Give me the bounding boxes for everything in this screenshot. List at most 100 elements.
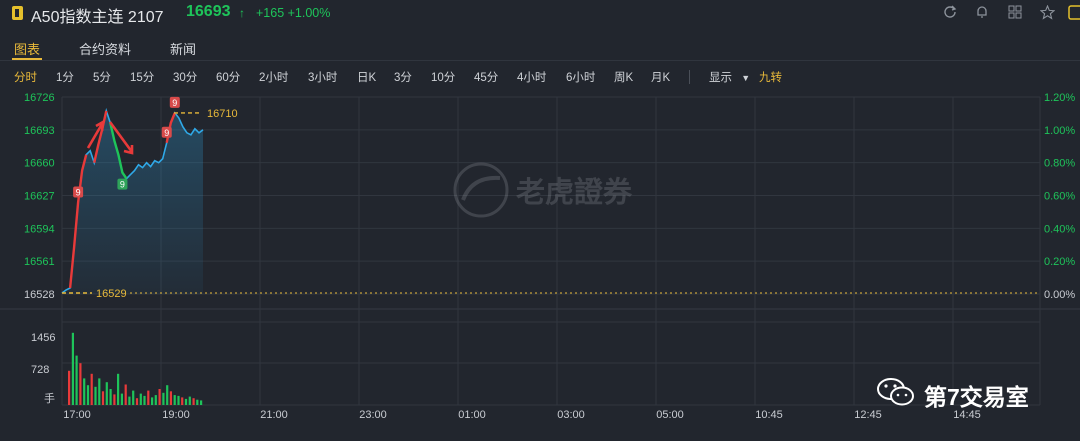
x-tick-label: 12:45 (854, 409, 882, 421)
x-axis: 17:00 19:00 21:00 23:00 01:00 03:00 05:00 10:45… (63, 409, 981, 421)
volume-bar (196, 399, 199, 405)
period-bar: 分时 1分 5分 15分 30分 60分 2小时 3小时 日K 3分 10分 4… (0, 66, 1080, 86)
period-5m[interactable]: 5分 (93, 69, 111, 85)
volume-bar (139, 393, 142, 405)
volume-bar (154, 395, 157, 405)
y-pct-label: 0.40% (1044, 223, 1075, 235)
volume-tick-label: 728 (31, 364, 49, 376)
volume-bar (120, 393, 123, 405)
period-2h[interactable]: 2小时 (259, 69, 288, 85)
x-tick-label: 05:00 (656, 409, 684, 421)
y-pct-label: 0.00% (1044, 289, 1075, 301)
display-label: 显示 (709, 72, 732, 84)
header-bar: A50指数主连 2107 16693 ↑ +165 +1.00% (0, 0, 1080, 27)
price-change: +165 +1.00% (256, 6, 331, 20)
volume-bar (143, 395, 146, 405)
watermark-text: 老虎證券 (516, 175, 633, 209)
volume-bar (75, 355, 78, 405)
last-price: 16693 (186, 3, 231, 20)
y-tick-label: 16726 (24, 92, 55, 104)
volume-bar (90, 373, 93, 405)
y-pct-label: 0.60% (1044, 191, 1075, 203)
display-dropdown[interactable]: 显示 ▼ (709, 69, 750, 85)
y-tick-label: 16528 (24, 289, 55, 301)
grid-icon[interactable] (1007, 5, 1023, 21)
bell-icon[interactable] (974, 5, 990, 21)
symbol-icon (12, 6, 23, 20)
volume-bar (188, 396, 191, 405)
y-pct-label: 0.80% (1044, 158, 1075, 170)
x-tick-label: 19:00 (162, 409, 190, 421)
period-15m[interactable]: 15分 (130, 69, 154, 85)
period-timeshare[interactable]: 分时 (14, 69, 37, 85)
volume-bar (177, 395, 180, 405)
volume-bar (158, 389, 161, 405)
volume-bar (79, 363, 82, 405)
period-6h[interactable]: 6小时 (566, 69, 595, 85)
volume-bar (181, 397, 184, 405)
nine-turn-toggle[interactable]: 九转 (759, 69, 782, 85)
y-axis-right: 1.20% 1.00% 0.80% 0.60% 0.40% 0.20% 0.00% (1044, 92, 1075, 301)
y-tick-label: 16693 (24, 125, 55, 137)
td-marker-label: 9 (172, 98, 177, 108)
period-1m[interactable]: 1分 (56, 69, 74, 85)
period-3h[interactable]: 3小时 (308, 69, 337, 85)
volume-bar (173, 395, 176, 405)
period-day[interactable]: 日K (357, 69, 376, 85)
wechat-account-label: 第7交易室 (924, 384, 1029, 410)
period-10m[interactable]: 10分 (431, 69, 455, 85)
refresh-icon[interactable] (942, 5, 958, 21)
y-pct-label: 0.20% (1044, 256, 1075, 268)
wechat-icon (876, 376, 916, 408)
price-up-arrow-icon: ↑ (239, 6, 245, 20)
volume-bar (105, 382, 108, 405)
td-marker-label: 9 (164, 128, 169, 138)
panel-icon[interactable] (1068, 5, 1080, 21)
volume-bar (200, 400, 203, 405)
volume-bar (113, 394, 116, 405)
td-marker-label: 9 (120, 180, 125, 190)
base-marker-label: 16529 (96, 288, 127, 300)
y-axis-left: 16726 16693 16660 16627 16594 16561 16528 1456 7… (24, 92, 55, 405)
volume-bar (147, 390, 150, 405)
volume-bar (83, 378, 86, 405)
x-tick-label: 21:00 (260, 409, 288, 421)
period-4h[interactable]: 4小时 (517, 69, 546, 85)
chevron-down-icon: ▼ (741, 73, 751, 83)
period-60m[interactable]: 60分 (216, 69, 240, 85)
volume-bar (101, 391, 105, 405)
period-45m[interactable]: 45分 (474, 69, 498, 85)
tab-chart[interactable]: 图表 (14, 39, 40, 58)
volume-bar (151, 397, 154, 405)
x-tick-label: 23:00 (359, 409, 387, 421)
instrument-title: A50指数主连 2107 (31, 9, 164, 26)
price-area (62, 110, 203, 295)
volume-tick-label: 1456 (31, 332, 55, 344)
volume-bar (162, 392, 165, 405)
y-pct-label: 1.00% (1044, 125, 1075, 137)
volume-bar (98, 378, 101, 405)
period-30m[interactable]: 30分 (173, 69, 197, 85)
volume-tick-label: 手 (44, 391, 55, 405)
tab-contract-info[interactable]: 合约资料 (79, 39, 131, 58)
toolbar-divider (689, 70, 690, 84)
y-tick-label: 16660 (24, 158, 55, 170)
volume-bar (169, 391, 172, 405)
star-icon[interactable] (1039, 4, 1055, 21)
intraday-chart[interactable]: 老虎證券 16726 16693 16660 16627 16594 16561 16528… (0, 88, 1080, 441)
volume-bar (128, 396, 131, 405)
volume-bar (68, 370, 71, 405)
x-tick-label: 10:45 (755, 409, 783, 421)
volume-bar (184, 398, 188, 405)
period-month[interactable]: 月K (651, 69, 670, 85)
volume-bars (68, 332, 203, 405)
high-marker-label: 16710 (207, 108, 238, 120)
volume-bar (117, 373, 120, 405)
period-3m[interactable]: 3分 (394, 69, 412, 85)
watermark-logo: 老虎證券 (453, 162, 633, 218)
td-marker-label: 9 (76, 187, 81, 197)
volume-bar (166, 385, 169, 405)
tab-news[interactable]: 新闻 (170, 39, 196, 58)
y-tick-label: 16594 (24, 223, 55, 235)
period-week[interactable]: 周K (614, 69, 633, 85)
